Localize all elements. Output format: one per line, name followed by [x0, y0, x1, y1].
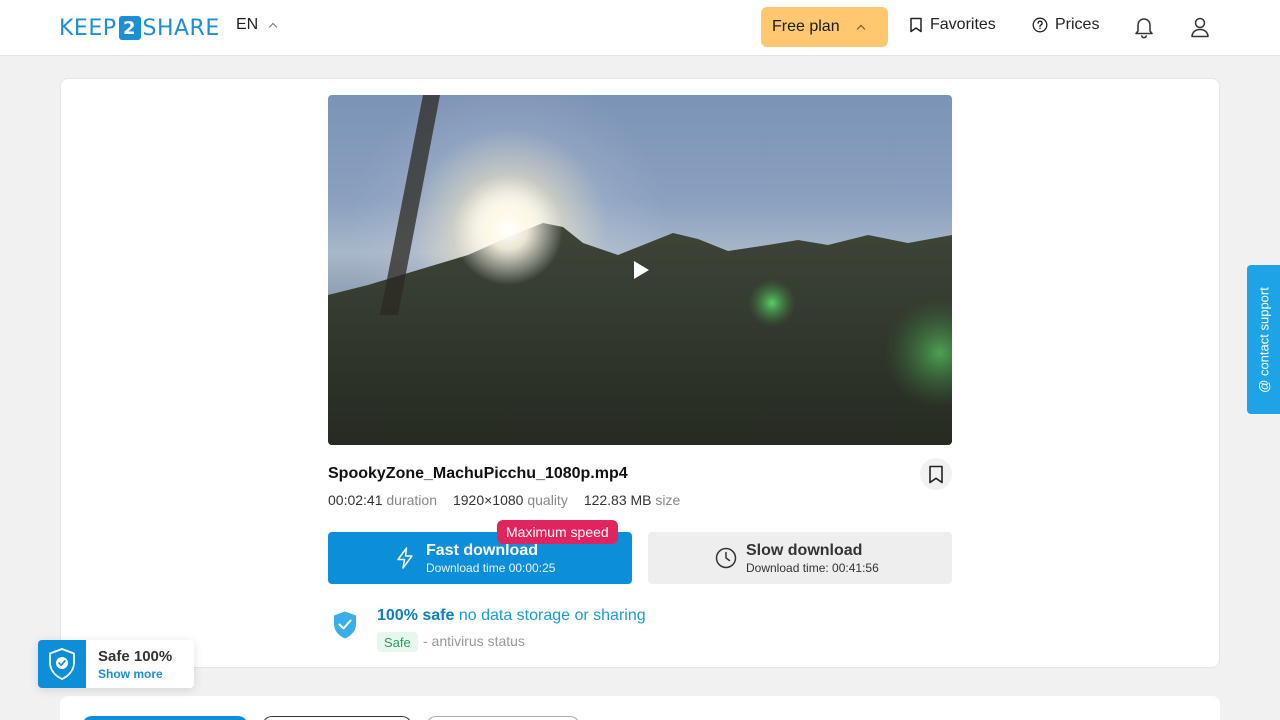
video-player[interactable]	[328, 95, 952, 445]
slow-download-title: Slow download	[746, 542, 863, 559]
bell-icon	[1135, 18, 1153, 39]
max-speed-badge: Maximum speed	[497, 520, 618, 544]
nav-favorites[interactable]: Favorites	[909, 16, 996, 34]
fast-download-time: Download time 00:00:25	[426, 561, 556, 575]
tab-pill[interactable]	[262, 716, 412, 720]
logo-text-mid: 2	[118, 16, 141, 40]
clock-icon	[715, 547, 737, 569]
tab-pill[interactable]	[426, 716, 580, 720]
meta-size: 122.83 MB size	[583, 492, 681, 508]
lightning-icon	[397, 547, 413, 569]
slow-download-time: Download time: 00:41:56	[746, 561, 879, 575]
favorites-label: Favorites	[930, 16, 996, 33]
language-label: EN	[236, 16, 259, 33]
question-circle-icon	[1032, 17, 1048, 33]
language-selector[interactable]: EN	[236, 16, 278, 34]
account-button[interactable]	[1188, 14, 1212, 40]
widget-show-more-link[interactable]: Show more	[98, 667, 163, 681]
file-name: SpookyZone_MachuPicchu_1080p.mp4	[328, 465, 628, 482]
tab-pill-active[interactable]	[82, 716, 248, 720]
chevron-up-icon	[856, 24, 865, 34]
add-to-favorites-button[interactable]	[920, 458, 952, 490]
fast-download-title: Fast download	[426, 542, 538, 559]
chevron-up-icon	[268, 22, 278, 32]
shield-check-icon	[49, 648, 75, 680]
slow-download-button[interactable]: Slow download Download time: 00:41:56	[648, 532, 952, 584]
plan-selector[interactable]: Free plan	[761, 7, 888, 47]
antivirus-status-text: - antivirus status	[423, 633, 525, 649]
plan-label: Free plan	[772, 18, 840, 35]
contact-support-label: @ contact support	[1256, 286, 1271, 393]
top-header: KEEP 2 SHARE EN Free plan Favorites Pric…	[0, 0, 1280, 56]
meta-duration: 00:02:41 duration	[328, 492, 437, 508]
file-meta: 00:02:41 duration 1920×1080 quality 122.…	[328, 492, 680, 508]
user-icon	[1191, 17, 1209, 38]
antivirus-badge: Safe	[377, 632, 418, 652]
logo-text-left: KEEP	[59, 15, 117, 41]
prices-label: Prices	[1055, 16, 1100, 33]
logo-text-right: SHARE	[142, 15, 220, 41]
bookmark-icon	[929, 465, 943, 483]
shield-box	[38, 640, 86, 688]
widget-title: Safe 100%	[98, 648, 173, 665]
safe-widget[interactable]: Safe 100% Show more	[38, 640, 194, 688]
play-icon[interactable]	[634, 261, 649, 279]
notifications-button[interactable]	[1132, 14, 1156, 40]
shield-check-icon	[334, 611, 356, 639]
nav-prices[interactable]: Prices	[1032, 16, 1099, 34]
bookmark-icon	[910, 17, 922, 33]
safety-statement: 100% safe no data storage or sharing	[377, 607, 646, 624]
meta-quality: 1920×1080 quality	[452, 492, 568, 508]
contact-support-tab[interactable]: @ contact support	[1247, 265, 1280, 414]
site-logo[interactable]: KEEP 2 SHARE	[59, 14, 220, 42]
